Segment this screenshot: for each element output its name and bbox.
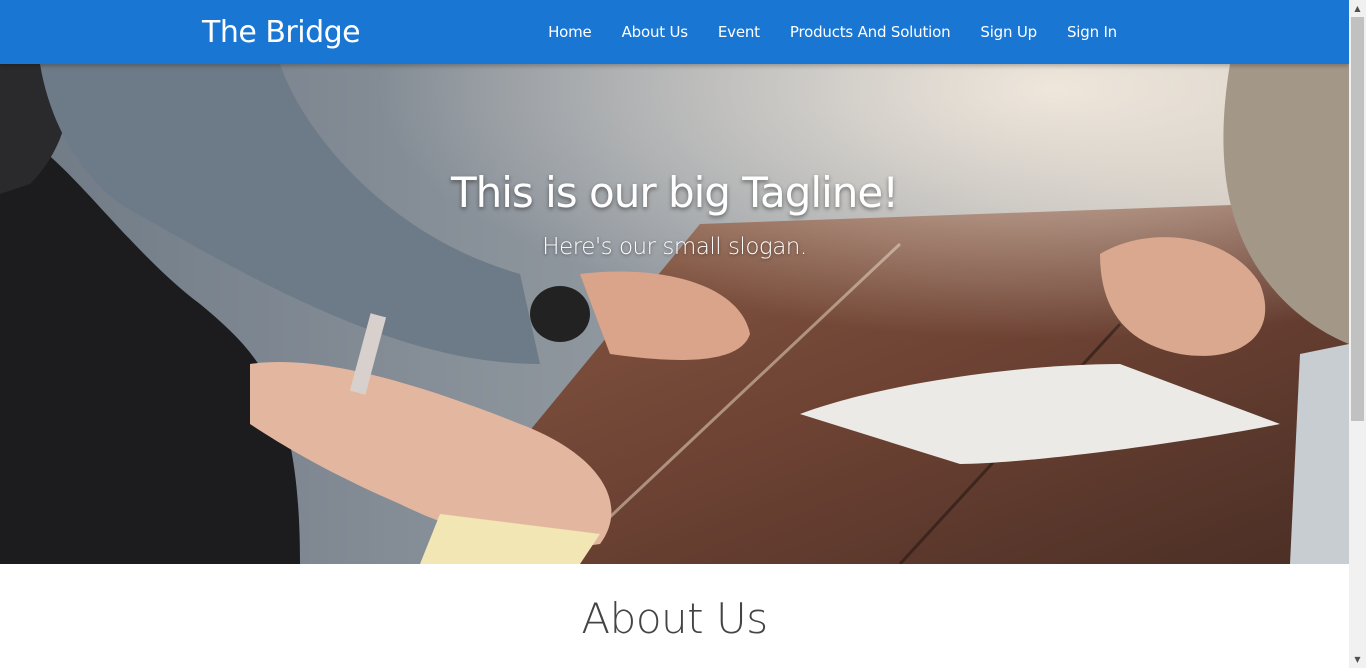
brand-logo[interactable]: The Bridge: [202, 14, 361, 52]
page-scrollbar[interactable]: ▲ ▼: [1349, 0, 1366, 668]
hero-banner: This is our big Tagline! Here's our smal…: [0, 64, 1349, 564]
hero-slogan: Here's our small slogan.: [542, 234, 807, 260]
nav-link-event[interactable]: Event: [703, 0, 775, 64]
page: The Bridge Home About Us Event Products …: [0, 0, 1349, 668]
nav-link-sign-up[interactable]: Sign Up: [965, 0, 1052, 64]
triangle-down-icon[interactable]: ▼: [1349, 651, 1366, 668]
nav-links: Home About Us Event Products And Solutio…: [533, 0, 1132, 64]
nav-link-sign-in[interactable]: Sign In: [1052, 0, 1132, 64]
scroll-thumb[interactable]: [1351, 17, 1364, 421]
nav-link-about-us[interactable]: About Us: [607, 0, 703, 64]
hero-tagline: This is our big Tagline!: [450, 168, 899, 217]
nav-link-home[interactable]: Home: [533, 0, 607, 64]
hero-background-image: [0, 64, 1349, 564]
navbar: The Bridge Home About Us Event Products …: [0, 0, 1349, 64]
nav-link-products-and-solution[interactable]: Products And Solution: [775, 0, 966, 64]
about-us-heading: About Us: [581, 594, 768, 643]
triangle-up-icon[interactable]: ▲: [1349, 0, 1366, 17]
